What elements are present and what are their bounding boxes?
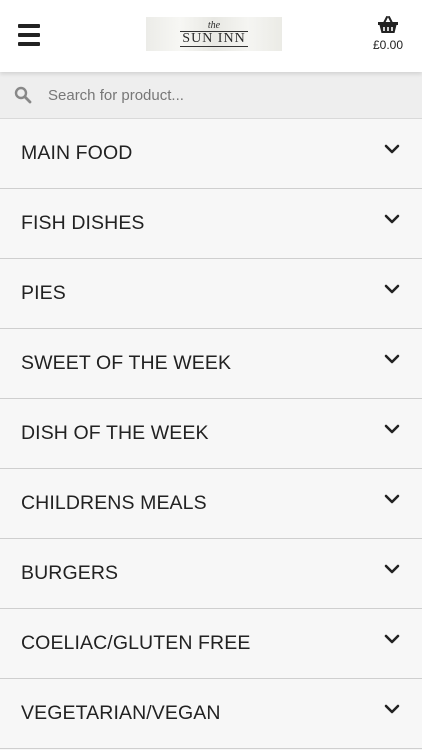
category-item[interactable]: DISH OF THE WEEK xyxy=(0,399,422,469)
category-item[interactable]: VEGETARIAN/VEGAN xyxy=(0,679,422,749)
cart-button[interactable]: £0.00 xyxy=(368,16,408,52)
app-header: the SUN INN £0.00 xyxy=(0,0,422,72)
category-item[interactable]: FISH DISHES xyxy=(0,189,422,259)
category-list: MAIN FOOD FISH DISHES PIES SWEET OF THE … xyxy=(0,119,422,749)
site-logo[interactable]: the SUN INN xyxy=(146,17,282,51)
category-item[interactable]: CHILDRENS MEALS xyxy=(0,469,422,539)
menu-bar xyxy=(18,24,40,28)
category-label: PIES xyxy=(21,282,66,304)
category-item[interactable]: MAIN FOOD xyxy=(0,119,422,189)
menu-bar xyxy=(18,42,40,46)
category-item[interactable]: BURGERS xyxy=(0,539,422,609)
category-label: CHILDRENS MEALS xyxy=(21,492,207,514)
category-label: SWEET OF THE WEEK xyxy=(21,352,232,374)
chevron-down-icon xyxy=(384,424,400,434)
logo-name: SUN INN xyxy=(180,31,248,47)
cart-total: £0.00 xyxy=(372,38,404,52)
menu-bar xyxy=(18,33,40,37)
category-label: VEGETARIAN/VEGAN xyxy=(21,702,221,724)
chevron-down-icon xyxy=(384,564,400,574)
chevron-down-icon xyxy=(384,354,400,364)
search-input[interactable] xyxy=(46,85,390,105)
chevron-down-icon xyxy=(384,494,400,504)
basket-icon xyxy=(378,16,398,33)
chevron-down-icon xyxy=(384,214,400,224)
chevron-down-icon xyxy=(384,284,400,294)
chevron-down-icon xyxy=(384,634,400,644)
category-item[interactable]: PIES xyxy=(0,259,422,329)
category-label: MAIN FOOD xyxy=(21,142,133,164)
category-label: COELIAC/GLUTEN FREE xyxy=(21,632,251,654)
chevron-down-icon xyxy=(384,704,400,714)
category-label: FISH DISHES xyxy=(21,212,145,234)
category-item[interactable]: SWEET OF THE WEEK xyxy=(0,329,422,399)
hamburger-menu-icon[interactable] xyxy=(18,24,40,46)
category-label: BURGERS xyxy=(21,562,119,584)
logo-small-text: the xyxy=(207,20,221,31)
search-icon xyxy=(14,86,32,104)
chevron-down-icon xyxy=(384,144,400,154)
search-bar xyxy=(0,72,422,119)
category-label: DISH OF THE WEEK xyxy=(21,422,209,444)
category-item[interactable]: COELIAC/GLUTEN FREE xyxy=(0,609,422,679)
